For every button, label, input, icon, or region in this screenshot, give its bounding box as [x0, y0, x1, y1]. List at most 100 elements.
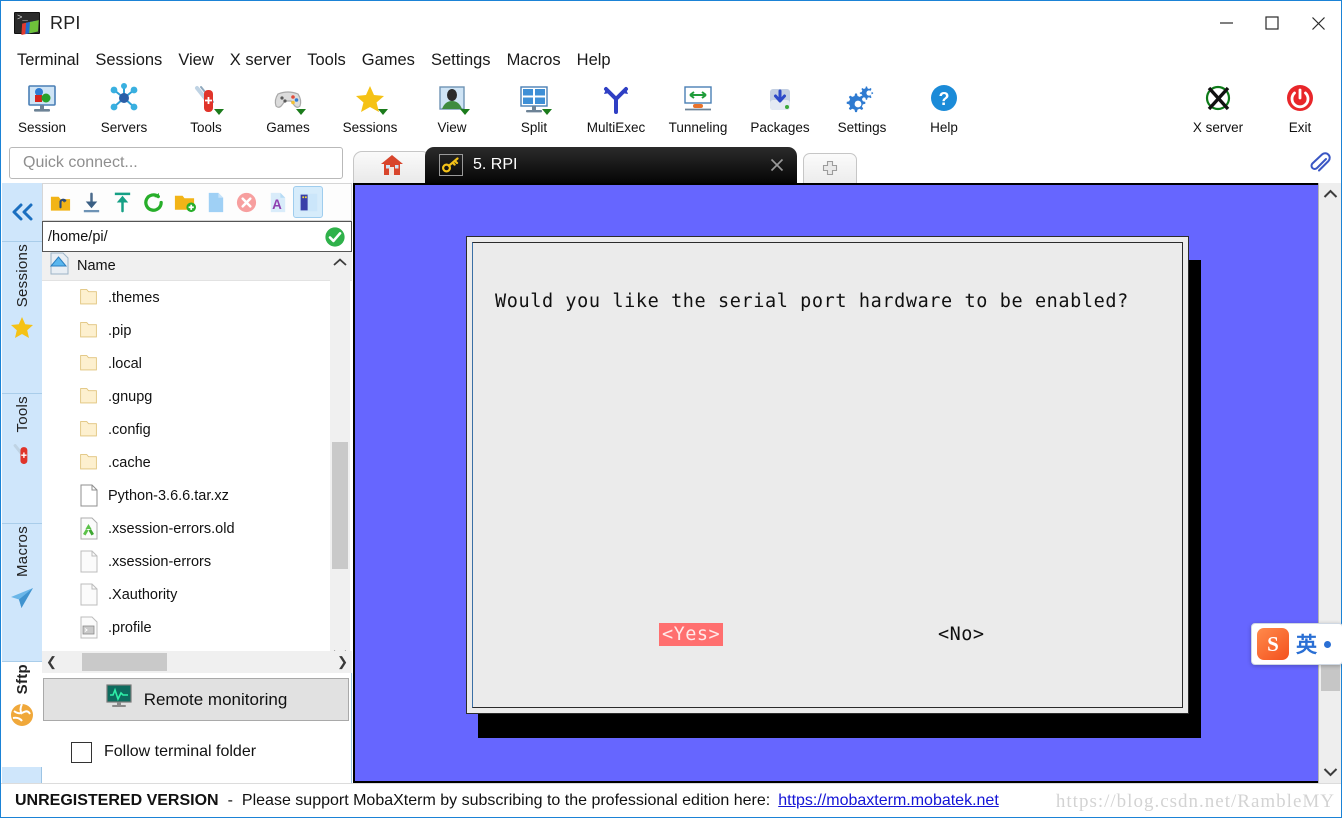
- list-item[interactable]: .pip: [42, 314, 352, 347]
- rail-collapse-button[interactable]: [2, 183, 42, 241]
- toolbar-games[interactable]: Games: [247, 79, 329, 141]
- toolbar-tunneling[interactable]: Tunneling: [657, 79, 739, 141]
- text-edit-icon[interactable]: A: [262, 186, 292, 218]
- sftp-column-header[interactable]: Name: [42, 252, 352, 281]
- mobaxterm-link[interactable]: https://mobaxterm.mobatek.net: [770, 792, 999, 810]
- go-up-folder-icon[interactable]: [45, 186, 75, 218]
- status-message: Please support MobaXterm by subscribing …: [241, 791, 771, 809]
- list-item[interactable]: .gnupg: [42, 380, 352, 413]
- sort-ascending-icon: [48, 252, 69, 280]
- toolbar-split[interactable]: Split: [493, 79, 575, 141]
- ime-mode-label[interactable]: 英: [1296, 629, 1317, 659]
- list-item[interactable]: .xsession-errors.old: [42, 512, 352, 545]
- follow-terminal-folder-row[interactable]: Follow terminal folder: [43, 735, 349, 769]
- toolbar-settings[interactable]: Settings: [821, 79, 903, 141]
- remote-monitoring-label: Remote monitoring: [143, 689, 288, 709]
- close-button[interactable]: [1295, 1, 1341, 45]
- scrollbar-thumb[interactable]: [82, 653, 167, 671]
- list-item[interactable]: .themes: [42, 281, 352, 314]
- toggle-panel-icon[interactable]: [293, 186, 323, 218]
- toolbar-tools-label: Tools: [190, 120, 222, 135]
- dialog-yes-button[interactable]: <Yes>: [659, 623, 724, 646]
- gamepad-icon: [265, 79, 311, 119]
- menu-macros[interactable]: Macros: [499, 49, 569, 72]
- terminal-area[interactable]: Would you like the serial port hardware …: [353, 183, 1341, 783]
- globe-icon: [9, 702, 35, 728]
- package-download-icon: [757, 79, 803, 119]
- sftp-file-list[interactable]: .themes .pip .local .gnupg .config .cach…: [42, 281, 352, 663]
- toolbar-x-server[interactable]: X server: [1177, 79, 1259, 141]
- follow-terminal-folder-checkbox[interactable]: [71, 741, 92, 763]
- scroll-right-icon[interactable]: ❯: [337, 654, 348, 670]
- terminal-scrollbar[interactable]: [1318, 183, 1341, 783]
- menu-tools[interactable]: Tools: [299, 49, 354, 72]
- menu-view[interactable]: View: [170, 49, 221, 72]
- svg-text:?: ?: [939, 89, 950, 109]
- toolbar-sessions[interactable]: Sessions: [329, 79, 411, 141]
- rail-tools-label: Tools: [13, 396, 31, 433]
- toolbar-tools[interactable]: Tools: [165, 79, 247, 141]
- toolbar-multiexec-label: MultiExec: [586, 120, 646, 135]
- new-tab-button[interactable]: [803, 153, 857, 183]
- list-item[interactable]: .cache: [42, 446, 352, 479]
- chevron-up-icon[interactable]: [1319, 183, 1341, 205]
- chevron-down-icon[interactable]: [1319, 761, 1342, 783]
- rail-item-sessions[interactable]: Sessions: [2, 241, 42, 393]
- rail-item-tools[interactable]: Tools: [2, 393, 42, 523]
- maximize-button[interactable]: [1249, 1, 1295, 45]
- rail-sessions-label: Sessions: [13, 244, 31, 308]
- scroll-left-icon[interactable]: ❮: [46, 654, 57, 670]
- quick-connect-input[interactable]: Quick connect...: [9, 147, 343, 179]
- tab-home[interactable]: [353, 151, 431, 183]
- menu-help[interactable]: Help: [569, 49, 619, 72]
- status-dash: -: [227, 791, 233, 809]
- sogou-ime-bar[interactable]: S 英: [1251, 623, 1342, 665]
- toolbar-session[interactable]: Session: [1, 79, 83, 141]
- round-dot-icon[interactable]: [1324, 640, 1331, 648]
- sogou-logo-icon[interactable]: S: [1257, 628, 1289, 660]
- dropdown-caret-icon: [542, 109, 552, 115]
- refresh-icon[interactable]: [138, 186, 168, 218]
- toolbar-servers[interactable]: Servers: [83, 79, 165, 141]
- paperclip-button[interactable]: [1299, 149, 1341, 183]
- menu-x-server[interactable]: X server: [222, 49, 299, 72]
- toolbar-multiexec[interactable]: MultiExec: [575, 79, 657, 141]
- toolbar-view-label: View: [437, 120, 467, 135]
- x11-root-window[interactable]: Would you like the serial port hardware …: [355, 185, 1318, 781]
- green-check-icon[interactable]: [324, 226, 346, 248]
- sftp-horizontal-scrollbar[interactable]: ❮ ❯: [42, 651, 352, 673]
- toolbar-help[interactable]: ? Help: [903, 79, 985, 141]
- sftp-vertical-scrollbar[interactable]: [330, 252, 350, 663]
- scrollbar-thumb[interactable]: [332, 442, 348, 569]
- toolbar-exit[interactable]: Exit: [1259, 79, 1341, 141]
- upload-icon[interactable]: [107, 186, 137, 218]
- menu-terminal[interactable]: Terminal: [9, 49, 87, 72]
- menu-sessions[interactable]: Sessions: [87, 49, 170, 72]
- list-item[interactable]: .Xauthority: [42, 578, 352, 611]
- list-item[interactable]: .config: [42, 413, 352, 446]
- list-item[interactable]: Python-3.6.6.tar.xz: [42, 479, 352, 512]
- chevron-up-icon[interactable]: [330, 252, 350, 272]
- list-item[interactable]: .profile: [42, 611, 352, 644]
- toolbar-sessions-label: Sessions: [342, 120, 398, 135]
- new-folder-icon[interactable]: [169, 186, 199, 218]
- rail-sftp-label: Sftp: [13, 664, 31, 695]
- delete-icon[interactable]: [231, 186, 261, 218]
- menu-settings[interactable]: Settings: [423, 49, 499, 72]
- rail-item-sftp[interactable]: Sftp: [2, 661, 42, 767]
- new-file-icon[interactable]: [200, 186, 230, 218]
- download-icon[interactable]: [76, 186, 106, 218]
- toolbar-view[interactable]: View: [411, 79, 493, 141]
- tab-close-button[interactable]: [765, 153, 789, 177]
- minimize-button[interactable]: [1203, 1, 1249, 45]
- svg-text:A: A: [272, 197, 282, 212]
- sftp-path-input[interactable]: /home/pi/: [42, 221, 352, 252]
- remote-monitoring-button[interactable]: Remote monitoring: [43, 678, 349, 721]
- rail-item-macros[interactable]: Macros: [2, 523, 42, 661]
- toolbar-packages[interactable]: Packages: [739, 79, 821, 141]
- list-item[interactable]: .xsession-errors: [42, 545, 352, 578]
- menu-games[interactable]: Games: [354, 49, 423, 72]
- list-item[interactable]: .local: [42, 347, 352, 380]
- dialog-no-button[interactable]: <No>: [935, 623, 988, 646]
- tab-session-rpi[interactable]: 5. RPI: [425, 147, 797, 183]
